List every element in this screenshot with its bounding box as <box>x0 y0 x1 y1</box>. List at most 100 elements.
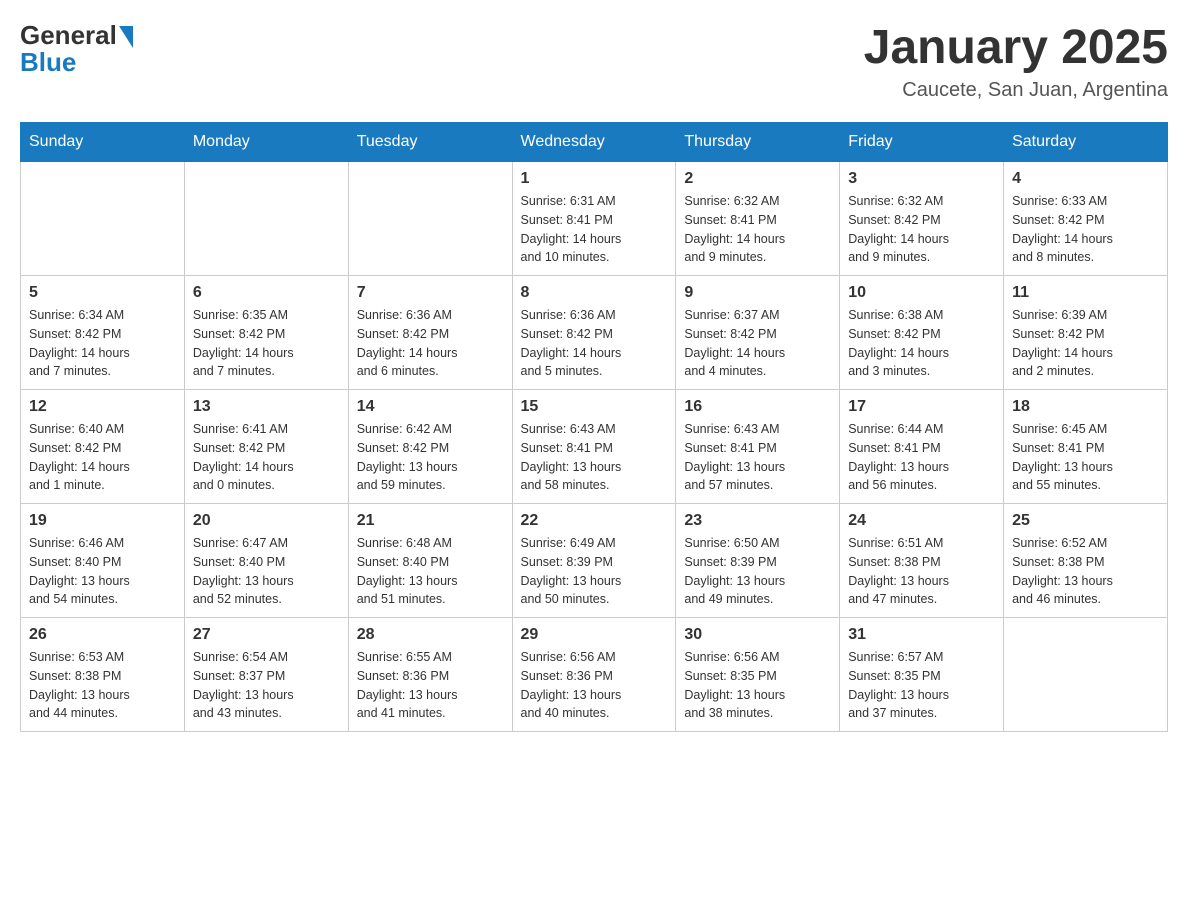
calendar-cell <box>348 162 512 276</box>
calendar-cell: 18Sunrise: 6:45 AMSunset: 8:41 PMDayligh… <box>1004 390 1168 504</box>
day-number: 28 <box>357 626 504 644</box>
calendar-cell: 15Sunrise: 6:43 AMSunset: 8:41 PMDayligh… <box>512 390 676 504</box>
calendar-cell: 22 Sunrise: 6:49 AMSunset: 8:39 PMDayligh… <box>512 504 676 618</box>
day-info: Sunrise: 6:32 AMSunset: 8:41 PMDaylight:… <box>684 192 831 267</box>
day-number: 2 <box>684 170 831 188</box>
calendar-table: SundayMondayTuesdayWednesdayThursdayFrid… <box>20 122 1168 732</box>
day-info: Sunrise: 6:54 AMSunset: 8:37 PMDaylight:… <box>193 648 340 723</box>
calendar-cell: 6 Sunrise: 6:35 AMSunset: 8:42 PMDaylight… <box>184 276 348 390</box>
calendar-day-header: Thursday <box>676 123 840 162</box>
day-number: 24 <box>848 512 995 530</box>
day-number: 27 <box>193 626 340 644</box>
day-number: 4 <box>1012 170 1159 188</box>
day-number: 19 <box>29 512 176 530</box>
calendar-cell: 28 Sunrise: 6:55 AMSunset: 8:36 PMDayligh… <box>348 618 512 732</box>
day-number: 16 <box>684 398 831 416</box>
day-number: 3 <box>848 170 995 188</box>
calendar-cell: 25 Sunrise: 6:52 AMSunset: 8:38 PMDayligh… <box>1004 504 1168 618</box>
day-number: 30 <box>684 626 831 644</box>
day-number: 12 <box>29 398 176 416</box>
day-number: 17 <box>848 398 995 416</box>
day-info: Sunrise: 6:57 AMSunset: 8:35 PMDaylight:… <box>848 648 995 723</box>
calendar-day-header: Friday <box>840 123 1004 162</box>
day-number: 25 <box>1012 512 1159 530</box>
calendar-cell: 10 Sunrise: 6:38 AMSunset: 8:42 PMDayligh… <box>840 276 1004 390</box>
calendar-cell: 24 Sunrise: 6:51 AMSunset: 8:38 PMDayligh… <box>840 504 1004 618</box>
day-info: Sunrise: 6:46 AMSunset: 8:40 PMDaylight:… <box>29 534 176 609</box>
day-info: Sunrise: 6:56 AMSunset: 8:36 PMDaylight:… <box>521 648 668 723</box>
day-info: Sunrise: 6:36 AMSunset: 8:42 PMDaylight:… <box>521 306 668 381</box>
day-number: 14 <box>357 398 504 416</box>
calendar-cell <box>1004 618 1168 732</box>
calendar-week-row: 1 Sunrise: 6:31 AMSunset: 8:41 PMDaylight… <box>21 162 1168 276</box>
calendar-header-row: SundayMondayTuesdayWednesdayThursdayFrid… <box>21 123 1168 162</box>
calendar-cell: 7 Sunrise: 6:36 AMSunset: 8:42 PMDaylight… <box>348 276 512 390</box>
day-info: Sunrise: 6:31 AMSunset: 8:41 PMDaylight:… <box>521 192 668 267</box>
calendar-week-row: 12 Sunrise: 6:40 AMSunset: 8:42 PMDayligh… <box>21 390 1168 504</box>
day-number: 9 <box>684 284 831 302</box>
day-info: Sunrise: 6:56 AMSunset: 8:35 PMDaylight:… <box>684 648 831 723</box>
calendar-cell: 3 Sunrise: 6:32 AMSunset: 8:42 PMDaylight… <box>840 162 1004 276</box>
calendar-cell: 1 Sunrise: 6:31 AMSunset: 8:41 PMDaylight… <box>512 162 676 276</box>
location-title: Caucete, San Juan, Argentina <box>864 79 1168 102</box>
calendar-day-header: Sunday <box>21 123 185 162</box>
day-info: Sunrise: 6:32 AMSunset: 8:42 PMDaylight:… <box>848 192 995 267</box>
calendar-cell: 9 Sunrise: 6:37 AMSunset: 8:42 PMDaylight… <box>676 276 840 390</box>
day-info: Sunrise: 6:51 AMSunset: 8:38 PMDaylight:… <box>848 534 995 609</box>
logo-blue-text: Blue <box>20 47 76 78</box>
calendar-day-header: Saturday <box>1004 123 1168 162</box>
day-info: Sunrise: 6:34 AMSunset: 8:42 PMDaylight:… <box>29 306 176 381</box>
day-number: 7 <box>357 284 504 302</box>
day-number: 26 <box>29 626 176 644</box>
calendar-cell: 16 Sunrise: 6:43 AMSunset: 8:41 PMDayligh… <box>676 390 840 504</box>
calendar-cell <box>21 162 185 276</box>
calendar-week-row: 5Sunrise: 6:34 AMSunset: 8:42 PMDaylight… <box>21 276 1168 390</box>
calendar-cell: 2 Sunrise: 6:32 AMSunset: 8:41 PMDaylight… <box>676 162 840 276</box>
day-number: 8 <box>521 284 668 302</box>
calendar-cell: 13 Sunrise: 6:41 AMSunset: 8:42 PMDayligh… <box>184 390 348 504</box>
day-info: Sunrise: 6:39 AMSunset: 8:42 PMDaylight:… <box>1012 306 1159 381</box>
day-number: 6 <box>193 284 340 302</box>
calendar-cell: 11 Sunrise: 6:39 AMSunset: 8:42 PMDayligh… <box>1004 276 1168 390</box>
day-info: Sunrise: 6:35 AMSunset: 8:42 PMDaylight:… <box>193 306 340 381</box>
day-number: 18 <box>1012 398 1159 416</box>
day-number: 22 <box>521 512 668 530</box>
calendar-cell: 21Sunrise: 6:48 AMSunset: 8:40 PMDayligh… <box>348 504 512 618</box>
calendar-cell: 14 Sunrise: 6:42 AMSunset: 8:42 PMDayligh… <box>348 390 512 504</box>
day-info: Sunrise: 6:38 AMSunset: 8:42 PMDaylight:… <box>848 306 995 381</box>
day-number: 31 <box>848 626 995 644</box>
day-info: Sunrise: 6:37 AMSunset: 8:42 PMDaylight:… <box>684 306 831 381</box>
day-info: Sunrise: 6:33 AMSunset: 8:42 PMDaylight:… <box>1012 192 1159 267</box>
calendar-week-row: 26Sunrise: 6:53 AMSunset: 8:38 PMDayligh… <box>21 618 1168 732</box>
day-info: Sunrise: 6:43 AMSunset: 8:41 PMDaylight:… <box>684 420 831 495</box>
logo: General Blue <box>20 20 133 78</box>
calendar-cell: 19 Sunrise: 6:46 AMSunset: 8:40 PMDayligh… <box>21 504 185 618</box>
day-info: Sunrise: 6:47 AMSunset: 8:40 PMDaylight:… <box>193 534 340 609</box>
day-number: 10 <box>848 284 995 302</box>
day-number: 21 <box>357 512 504 530</box>
day-info: Sunrise: 6:49 AMSunset: 8:39 PMDaylight:… <box>521 534 668 609</box>
day-info: Sunrise: 6:36 AMSunset: 8:42 PMDaylight:… <box>357 306 504 381</box>
day-number: 23 <box>684 512 831 530</box>
month-title: January 2025 <box>864 20 1168 75</box>
day-info: Sunrise: 6:40 AMSunset: 8:42 PMDaylight:… <box>29 420 176 495</box>
day-number: 20 <box>193 512 340 530</box>
day-info: Sunrise: 6:41 AMSunset: 8:42 PMDaylight:… <box>193 420 340 495</box>
calendar-day-header: Tuesday <box>348 123 512 162</box>
day-info: Sunrise: 6:43 AMSunset: 8:41 PMDaylight:… <box>521 420 668 495</box>
logo-triangle-icon <box>119 26 133 48</box>
day-number: 11 <box>1012 284 1159 302</box>
day-info: Sunrise: 6:44 AMSunset: 8:41 PMDaylight:… <box>848 420 995 495</box>
title-area: January 2025 Caucete, San Juan, Argentin… <box>864 20 1168 102</box>
day-number: 13 <box>193 398 340 416</box>
calendar-cell: 8 Sunrise: 6:36 AMSunset: 8:42 PMDaylight… <box>512 276 676 390</box>
calendar-cell <box>184 162 348 276</box>
calendar-day-header: Wednesday <box>512 123 676 162</box>
day-info: Sunrise: 6:42 AMSunset: 8:42 PMDaylight:… <box>357 420 504 495</box>
calendar-cell: 4 Sunrise: 6:33 AMSunset: 8:42 PMDaylight… <box>1004 162 1168 276</box>
day-number: 1 <box>521 170 668 188</box>
calendar-day-header: Monday <box>184 123 348 162</box>
calendar-week-row: 19 Sunrise: 6:46 AMSunset: 8:40 PMDayligh… <box>21 504 1168 618</box>
day-info: Sunrise: 6:52 AMSunset: 8:38 PMDaylight:… <box>1012 534 1159 609</box>
day-info: Sunrise: 6:55 AMSunset: 8:36 PMDaylight:… <box>357 648 504 723</box>
